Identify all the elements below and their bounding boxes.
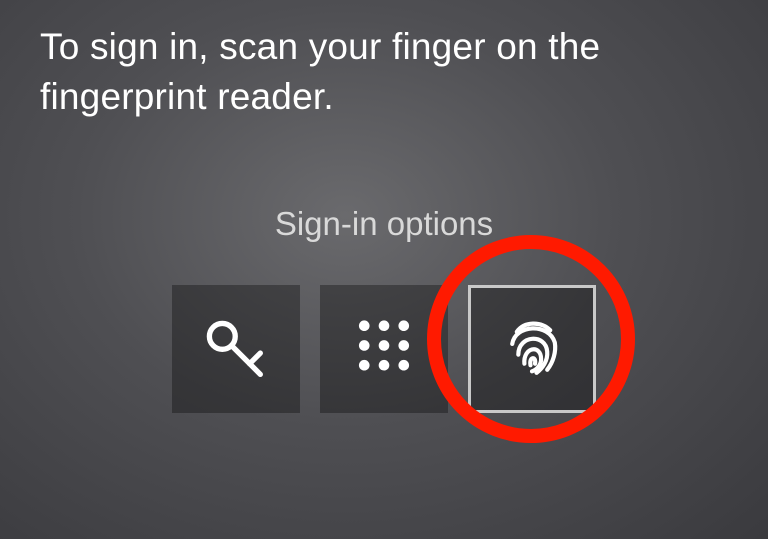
signin-option-fingerprint[interactable]	[468, 285, 596, 413]
signin-option-pin[interactable]	[320, 285, 448, 413]
signin-options-row	[0, 285, 768, 413]
signin-instruction-text: To sign in, scan your finger on the fing…	[40, 22, 708, 122]
signin-option-password[interactable]	[172, 285, 300, 413]
fingerprint-icon	[494, 309, 570, 390]
key-icon	[198, 309, 274, 390]
signin-options-label: Sign-in options	[0, 205, 768, 243]
keypad-icon	[346, 309, 422, 390]
